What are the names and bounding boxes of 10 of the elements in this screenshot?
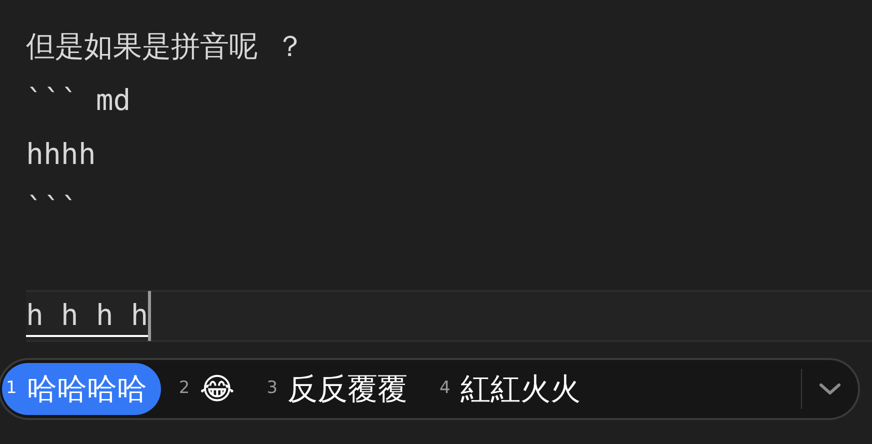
candidate-option[interactable]: 1 哈哈哈哈: [2, 363, 161, 415]
candidate-option[interactable]: 4 紅紅火火: [436, 363, 594, 415]
code-line: 但是如果是拼音呢 ？: [26, 28, 304, 66]
chevron-down-icon: [819, 383, 841, 395]
text-cursor: [148, 291, 152, 341]
candidate-option[interactable]: 2 😂: [174, 363, 249, 415]
candidate-option[interactable]: 3 反反覆覆: [262, 363, 422, 415]
code-line: ``` md: [26, 82, 131, 120]
code-line: ```: [26, 190, 78, 228]
code-line: hhhh: [26, 136, 96, 174]
